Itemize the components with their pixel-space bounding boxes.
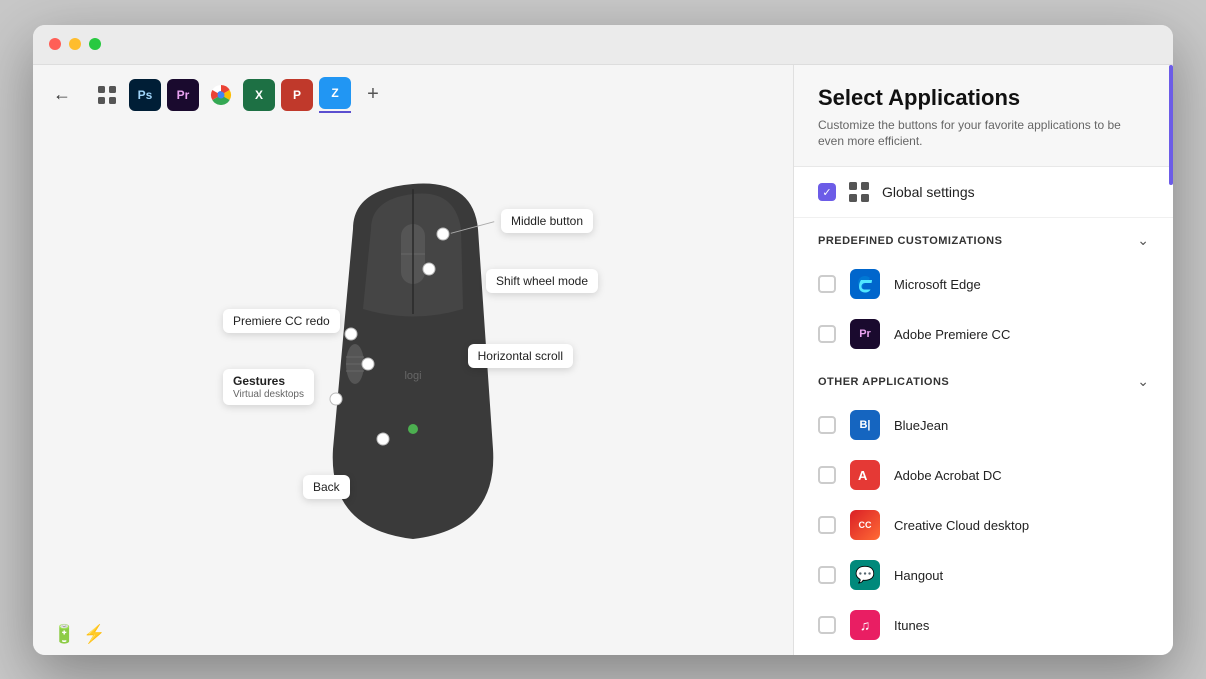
- acrobat-app-icon: A: [850, 460, 880, 490]
- back-button[interactable]: ←: [53, 84, 71, 105]
- shift-wheel-mode-label: Shift wheel mode: [486, 269, 598, 293]
- status-bar: 🔋 ⚡: [33, 614, 793, 655]
- right-panel: Select Applications Customize the button…: [793, 65, 1173, 655]
- edge-app-icon: [850, 269, 880, 299]
- right-body[interactable]: Global settings PREDEFINED CUSTOMIZATION…: [794, 167, 1173, 654]
- predefined-chevron-icon[interactable]: ⌄: [1137, 232, 1149, 249]
- edge-checkbox[interactable]: [818, 275, 836, 293]
- back-label: Back: [303, 475, 350, 499]
- premiere-cc-redo-label: Premiere CC redo: [223, 309, 340, 333]
- bolt-icon: ⚡: [83, 624, 105, 645]
- panel-subtitle: Customize the buttons for your favorite …: [818, 117, 1149, 151]
- global-settings-icon: [848, 181, 870, 203]
- premiere-icon[interactable]: Pr: [167, 79, 199, 111]
- predefined-section-title: PREDEFINED CUSTOMIZATIONS: [818, 235, 1002, 247]
- battery-icon: 🔋: [53, 624, 75, 645]
- bluejean-checkbox[interactable]: [818, 416, 836, 434]
- creative-cloud-checkbox[interactable]: [818, 516, 836, 534]
- svg-text:logi: logi: [404, 370, 421, 382]
- photoshop-icon[interactable]: Ps: [129, 79, 161, 111]
- panel-title: Select Applications: [818, 85, 1149, 111]
- acrobat-checkbox[interactable]: [818, 466, 836, 484]
- excel-icon[interactable]: X: [243, 79, 275, 111]
- active-tab-underline: [319, 111, 351, 113]
- global-settings-row[interactable]: Global settings: [794, 167, 1173, 218]
- titlebar: [33, 25, 1173, 65]
- all-apps-icon[interactable]: [91, 79, 123, 111]
- itunes-app-icon: ♫: [850, 610, 880, 640]
- premiere-cc-label: Adobe Premiere CC: [894, 327, 1010, 342]
- add-app-button[interactable]: +: [357, 79, 389, 111]
- hangout-label: Hangout: [894, 568, 943, 583]
- top-bar: ←: [33, 65, 793, 125]
- zoom-icon[interactable]: Z: [319, 77, 351, 109]
- other-section-title: OTHER APPLICATIONS: [818, 376, 949, 388]
- right-header: Select Applications Customize the button…: [794, 65, 1173, 168]
- close-button[interactable]: [49, 38, 61, 50]
- global-settings-label[interactable]: Global settings: [882, 184, 975, 200]
- itunes-label: Itunes: [894, 618, 929, 633]
- list-item[interactable]: 💬 Hangout: [794, 550, 1173, 600]
- scroll-accent: [1169, 65, 1173, 185]
- middle-button-label: Middle button: [501, 209, 593, 233]
- main-content: ←: [33, 65, 1173, 655]
- list-item[interactable]: Microsoft Edge: [794, 259, 1173, 309]
- acrobat-label: Adobe Acrobat DC: [894, 468, 1002, 483]
- premiere-checkbox[interactable]: [818, 325, 836, 343]
- other-section-header[interactable]: OTHER APPLICATIONS ⌄: [794, 359, 1173, 400]
- chrome-icon[interactable]: [205, 79, 237, 111]
- list-item[interactable]: A Adobe Acrobat DC: [794, 450, 1173, 500]
- hangout-app-icon: 💬: [850, 560, 880, 590]
- list-item[interactable]: Pr Adobe Premiere CC: [794, 309, 1173, 359]
- bluejean-app-icon: B|: [850, 410, 880, 440]
- creative-cloud-app-icon: CC: [850, 510, 880, 540]
- premiere-cc-icon: Pr: [850, 319, 880, 349]
- gestures-label: Gestures Virtual desktops: [223, 369, 314, 405]
- svg-text:A: A: [858, 468, 868, 483]
- bluejean-label: BlueJean: [894, 418, 948, 433]
- list-item[interactable]: ♫ Itunes: [794, 600, 1173, 650]
- other-chevron-icon[interactable]: ⌄: [1137, 373, 1149, 390]
- acrobat-icon: A: [856, 466, 874, 484]
- list-item[interactable]: B| BlueJean: [794, 400, 1173, 450]
- maximize-button[interactable]: [89, 38, 101, 50]
- global-settings-checkbox[interactable]: [818, 183, 836, 201]
- edge-label: Microsoft Edge: [894, 277, 981, 292]
- horizontal-scroll-label: Horizontal scroll: [468, 344, 573, 368]
- app-icons-bar: Ps Pr: [91, 77, 389, 113]
- main-window: ←: [33, 25, 1173, 655]
- powerpoint-icon[interactable]: P: [281, 79, 313, 111]
- predefined-section-header[interactable]: PREDEFINED CUSTOMIZATIONS ⌄: [794, 218, 1173, 259]
- itunes-checkbox[interactable]: [818, 616, 836, 634]
- list-item[interactable]: CC Creative Cloud desktop: [794, 500, 1173, 550]
- left-panel: ←: [33, 65, 793, 655]
- list-item[interactable]: t Twitch: [794, 650, 1173, 654]
- mouse-area: logi: [33, 125, 793, 614]
- edge-icon: [855, 274, 875, 294]
- minimize-button[interactable]: [69, 38, 81, 50]
- hangout-checkbox[interactable]: [818, 566, 836, 584]
- creative-cloud-label: Creative Cloud desktop: [894, 518, 1029, 533]
